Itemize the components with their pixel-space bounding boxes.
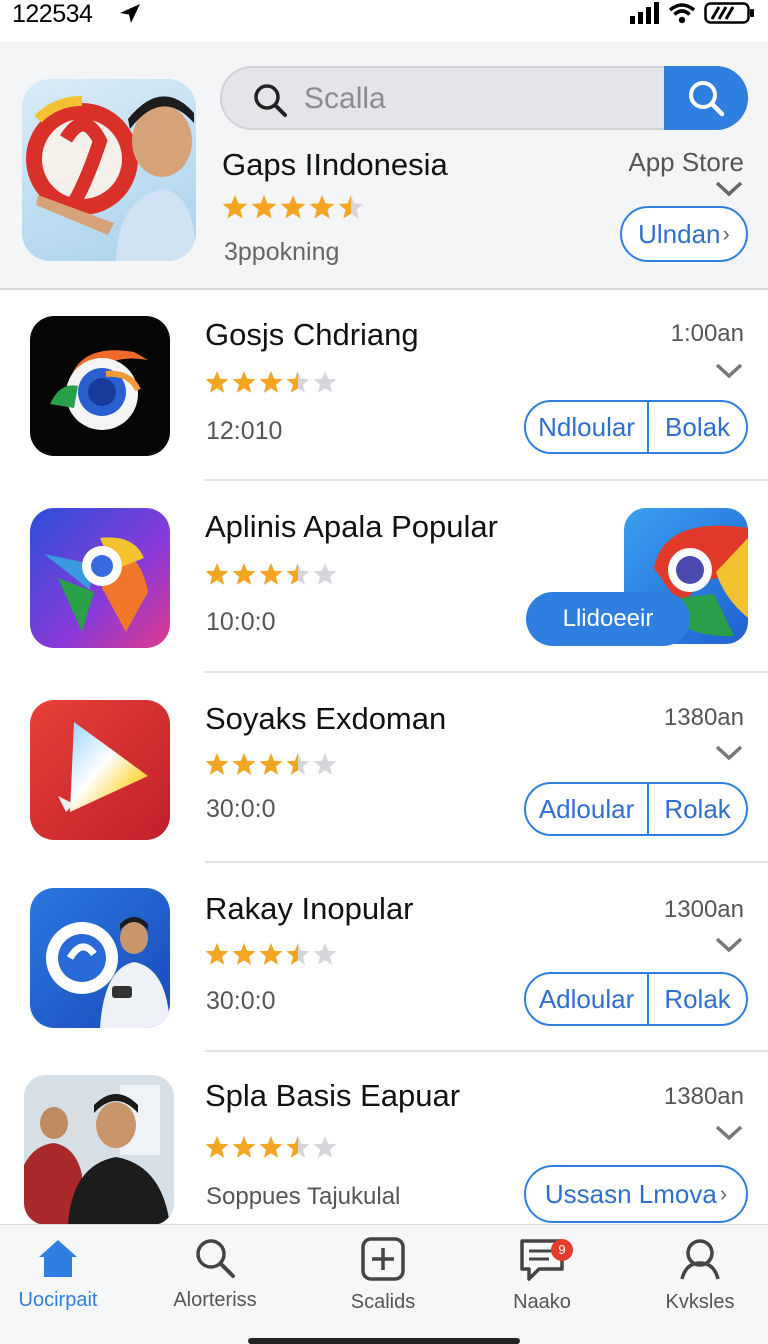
stars-icon	[205, 753, 337, 775]
tab-profile[interactable]: Kvksles	[635, 1237, 765, 1337]
list-item[interactable]: Soyaks Exdoman 30:0:0 1380an Adloular Ro…	[0, 674, 768, 864]
tab-label: Kvksles	[665, 1291, 735, 1313]
featured-app-icon	[22, 79, 196, 261]
star-rating	[205, 371, 340, 400]
tab-label: Uocirpait	[18, 1289, 98, 1311]
download-button[interactable]: Ndloular	[526, 402, 650, 452]
app-title[interactable]: Gosjs Chdriang	[205, 317, 419, 353]
signal-icon	[630, 2, 659, 24]
stars-icon	[205, 371, 337, 393]
download-button[interactable]: Adloular	[526, 974, 650, 1024]
featured-app-card[interactable]: Scalla Gaps IIndonesia App Store 3ppokni…	[0, 42, 768, 290]
app-title[interactable]: Aplinis Apala Popular	[205, 509, 498, 545]
home-icon	[39, 1240, 77, 1277]
person-app-icon	[30, 888, 170, 1028]
home-indicator	[248, 1338, 520, 1344]
app-meta: Soppues Tajukulal	[206, 1183, 401, 1210]
app-meta: 12:010	[206, 417, 283, 445]
divider	[205, 671, 768, 673]
download-action-group: Ndloular Bolak	[524, 400, 748, 454]
list-item[interactable]: Gosjs Chdriang 12:010 1:00an Ndloular Bo…	[0, 292, 768, 482]
search-icon	[196, 1239, 235, 1278]
app-meta: 10:0:0	[206, 608, 276, 636]
featured-star-rating	[222, 195, 367, 226]
tab-messages[interactable]: 9 Naako	[477, 1237, 607, 1337]
tab-add[interactable]: Scalids	[318, 1237, 448, 1337]
status-bar: 122534	[0, 0, 768, 30]
tab-label: Naako	[513, 1291, 571, 1313]
app-title[interactable]: Rakay Inopular	[205, 891, 414, 927]
star-rating	[205, 943, 340, 972]
tab-label: Alorteriss	[173, 1289, 257, 1311]
star-rating	[205, 753, 340, 782]
status-time: 122534	[12, 0, 93, 28]
tab-label: Scalids	[350, 1291, 416, 1313]
app-title[interactable]: Soyaks Exdoman	[205, 701, 446, 737]
open-button[interactable]: Rolak	[649, 784, 746, 834]
list-item[interactable]: Spla Basis Eapuar Soppues Tajukulal 1380…	[0, 1053, 768, 1243]
app-time: 1380an	[663, 1083, 744, 1110]
chevron-down-icon[interactable]	[714, 744, 744, 762]
featured-app-store-label: App Store	[628, 147, 744, 177]
wifi-icon	[668, 3, 696, 24]
search-bar[interactable]: Scalla	[220, 66, 748, 130]
featured-app-subtitle: 3ppokning	[224, 238, 340, 266]
list-item[interactable]: Aplinis Apala Popular 10:0:0 Llidoeeir	[0, 482, 768, 672]
featured-action-button[interactable]: Ulndan ›	[620, 206, 748, 262]
chrome-like-icon	[30, 316, 170, 456]
star-rating	[205, 563, 340, 592]
download-button[interactable]: Adloular	[526, 784, 650, 834]
open-button[interactable]: Rolak	[649, 974, 746, 1024]
install-button[interactable]: Llidoeeir	[526, 592, 690, 646]
divider	[205, 479, 768, 481]
profile-icon	[680, 1239, 720, 1280]
chevron-down-icon[interactable]	[714, 180, 744, 198]
play-like-icon	[30, 700, 170, 840]
download-action-group: Adloular Rolak	[524, 782, 748, 836]
app-action-label: Ussasn Lmova	[544, 1178, 717, 1209]
stars-icon	[205, 563, 337, 585]
stars-icon	[205, 1136, 337, 1158]
divider	[205, 1050, 768, 1052]
app-time: 1380an	[663, 704, 744, 731]
app-time: 1300an	[663, 896, 744, 923]
star-rating	[205, 1136, 340, 1165]
app-action-button[interactable]: Ussasn Lmova ›	[524, 1165, 748, 1223]
maps-like-icon	[30, 508, 170, 648]
tab-home[interactable]: Uocirpait	[0, 1237, 123, 1337]
open-button[interactable]: Bolak	[649, 402, 746, 452]
search-input[interactable]: Scalla	[304, 82, 386, 116]
stars-icon	[222, 195, 364, 219]
list-item[interactable]: Rakay Inopular 30:0:0 1300an Adloular Ro…	[0, 864, 768, 1054]
search-icon	[689, 81, 725, 117]
chevron-down-icon[interactable]	[714, 936, 744, 954]
status-indicators	[630, 2, 756, 24]
location-arrow-icon	[120, 4, 140, 23]
divider	[205, 861, 768, 863]
battery-icon	[704, 2, 754, 24]
chevron-down-icon[interactable]	[714, 1124, 744, 1142]
add-icon	[361, 1237, 405, 1281]
app-title[interactable]: Spla Basis Eapuar	[205, 1078, 460, 1114]
tab-bar: Uocirpait Alorteriss Scalids 9 Naako Kvk…	[0, 1224, 768, 1344]
search-icon	[254, 84, 287, 117]
app-meta: 30:0:0	[206, 795, 276, 823]
featured-app-title[interactable]: Gaps IIndonesia	[222, 147, 448, 183]
tab-search[interactable]: Alorteriss	[150, 1237, 280, 1337]
featured-action-label: Ulndan	[638, 218, 721, 249]
chevron-down-icon[interactable]	[714, 362, 744, 380]
app-meta: 30:0:0	[206, 987, 276, 1015]
search-button[interactable]	[664, 66, 748, 130]
stars-icon	[205, 943, 337, 965]
people-photo-icon	[24, 1075, 174, 1225]
chevron-right-icon: ›	[722, 221, 730, 246]
download-action-group: Adloular Rolak	[524, 972, 748, 1026]
app-time: 1:00an	[670, 320, 744, 347]
chevron-right-icon: ›	[719, 1181, 728, 1206]
notification-badge: 9	[551, 1239, 573, 1261]
